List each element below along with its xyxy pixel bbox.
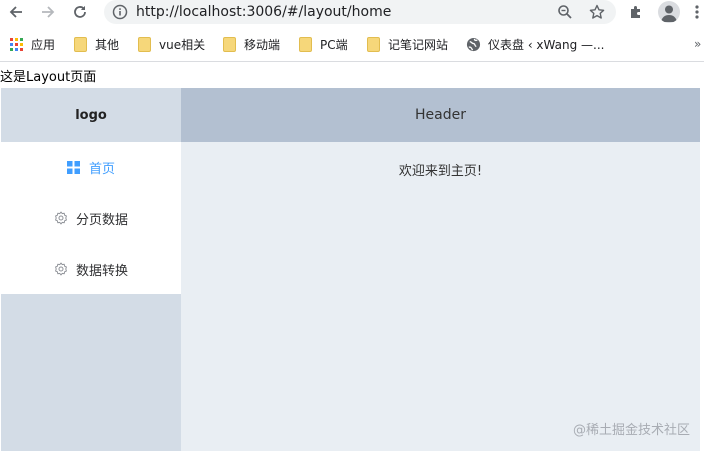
kebab-menu-icon <box>695 5 699 19</box>
bookmark-label: 仪表盘 ‹ xWang —... <box>488 37 605 52</box>
bookmark-folder-mobile[interactable]: 移动端 <box>221 34 280 54</box>
reload-icon <box>74 6 86 18</box>
bookmark-folder-vue[interactable]: vue相关 <box>136 34 205 54</box>
sidebar: logo 首页 分页数据 数据转换 <box>1 88 181 451</box>
folder-icon <box>136 36 152 52</box>
bookmark-dashboard[interactable]: 仪表盘 ‹ xWang —... <box>465 34 604 54</box>
sidebar-item-home[interactable]: 首页 <box>1 142 181 192</box>
sidebar-menu: 首页 分页数据 数据转换 <box>1 142 181 294</box>
gear-icon <box>54 211 68 225</box>
bookmark-label: 移动端 <box>244 37 281 52</box>
bookmark-label: 记笔记网站 <box>388 37 449 52</box>
bookmark-folder-notes[interactable]: 记笔记网站 <box>365 34 448 54</box>
gear-icon <box>54 262 68 276</box>
folder-icon <box>72 36 88 52</box>
sidebar-item-label: 首页 <box>88 161 115 177</box>
folder-icon <box>297 36 313 52</box>
site-info-icon[interactable] <box>112 4 128 20</box>
address-bar[interactable]: http://localhost:3006/#/layout/home <box>104 0 616 24</box>
globe-icon <box>465 36 481 52</box>
bookmark-label: PC端 <box>320 37 348 52</box>
bookmark-folder-pc[interactable]: PC端 <box>297 34 348 54</box>
sidebar-item-data-convert[interactable]: 数据转换 <box>1 244 181 294</box>
zoom-icon[interactable] <box>556 3 574 21</box>
reload-button[interactable] <box>69 1 91 23</box>
welcome-text: 欢迎来到主页! <box>398 164 483 179</box>
person-icon <box>661 5 677 22</box>
bookmark-label: vue相关 <box>159 37 206 52</box>
bookmark-label: 应用 <box>31 37 56 52</box>
logo: logo <box>75 107 107 123</box>
apps-icon <box>8 36 24 52</box>
header-title: Header <box>415 107 466 123</box>
forward-button[interactable] <box>37 1 59 23</box>
extensions-puzzle-icon[interactable] <box>626 2 646 22</box>
watermark: @稀土掘金技术社区 <box>572 423 690 438</box>
url-text[interactable]: http://localhost:3006/#/layout/home <box>136 3 391 21</box>
folder-icon <box>365 36 381 52</box>
main-content: 欢迎来到主页! @稀土掘金技术社区 <box>181 142 700 451</box>
page-header: Header <box>181 88 700 142</box>
bookmarks-bar: 应用 其他 vue相关 移动端 PC端 记笔记网站 仪表盘 ‹ xWang —.… <box>0 30 704 58</box>
browser-toolbar: http://localhost:3006/#/layout/home <box>0 0 704 24</box>
arrow-right-icon <box>42 6 55 18</box>
folder-icon <box>221 36 237 52</box>
arrow-left-icon <box>9 6 22 18</box>
bookmark-apps[interactable]: 应用 <box>8 34 55 54</box>
sidebar-item-label: 分页数据 <box>75 212 128 228</box>
bookmarks-overflow-button[interactable]: » <box>694 37 701 51</box>
browser-menu-button[interactable] <box>690 2 704 22</box>
sidebar-item-label: 数据转换 <box>75 263 128 279</box>
grid-icon <box>67 160 81 174</box>
sidebar-item-paged-data[interactable]: 分页数据 <box>1 193 181 243</box>
profile-avatar[interactable] <box>658 1 680 23</box>
bookmark-star-icon[interactable] <box>588 3 606 21</box>
browser-chrome: http://localhost:3006/#/layout/home 应用 其… <box>0 0 704 62</box>
page-caption: 这是Layout页面 <box>0 70 97 85</box>
back-button[interactable] <box>5 1 27 23</box>
bookmark-label: 其他 <box>95 37 120 52</box>
bookmark-folder-other[interactable]: 其他 <box>72 34 119 54</box>
